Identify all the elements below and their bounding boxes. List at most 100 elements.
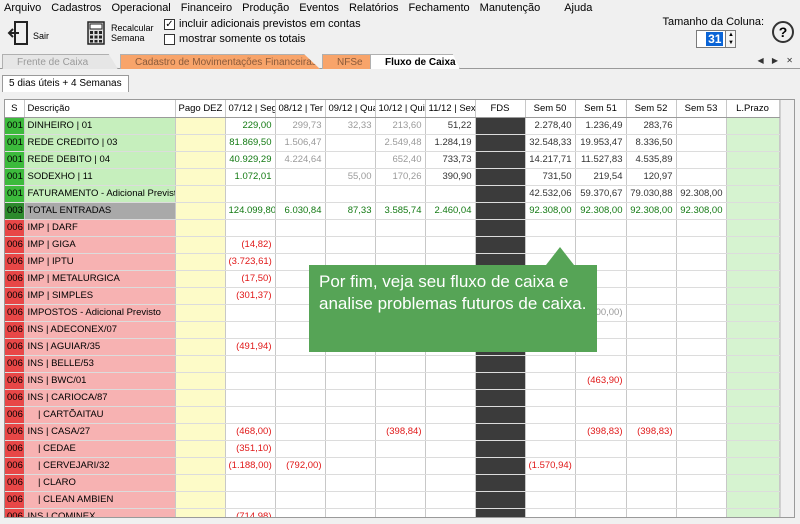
- table-cell[interactable]: 170,26: [375, 168, 426, 186]
- table-cell[interactable]: [275, 168, 326, 186]
- table-cell[interactable]: [726, 406, 780, 424]
- table-cell[interactable]: [626, 440, 677, 458]
- table-cell[interactable]: 79.030,88: [626, 185, 677, 203]
- row-description[interactable]: | CEDAE: [24, 440, 176, 458]
- table-cell[interactable]: [676, 253, 727, 271]
- table-cell[interactable]: [475, 236, 526, 254]
- table-cell[interactable]: [626, 270, 677, 288]
- table-cell[interactable]: 120,97: [626, 168, 677, 186]
- column-header[interactable]: Sem 51: [575, 100, 627, 118]
- table-cell[interactable]: (714,98): [225, 508, 276, 517]
- table-cell[interactable]: [726, 457, 780, 475]
- table-cell[interactable]: 4.224,64: [275, 151, 326, 169]
- table-cell[interactable]: (1.570,94): [525, 457, 576, 475]
- table-cell[interactable]: [726, 134, 780, 152]
- table-cell[interactable]: [726, 474, 780, 492]
- table-cell[interactable]: [676, 236, 727, 254]
- cell-pago-dez[interactable]: [175, 508, 226, 517]
- row-description[interactable]: INS | COMINEX: [24, 508, 176, 517]
- table-cell[interactable]: [676, 491, 727, 509]
- table-cell[interactable]: 42.532,06: [525, 185, 576, 203]
- table-cell[interactable]: [726, 321, 780, 339]
- table-cell[interactable]: (3.723,61): [225, 253, 276, 271]
- table-cell[interactable]: [475, 440, 526, 458]
- cell-pago-dez[interactable]: [175, 287, 226, 305]
- table-cell[interactable]: (398,83): [626, 423, 677, 441]
- row-description[interactable]: IMP | METALURGICA: [24, 270, 176, 288]
- table-cell[interactable]: [525, 474, 576, 492]
- row-description[interactable]: IMP | IPTU: [24, 253, 176, 271]
- table-cell[interactable]: [726, 185, 780, 203]
- tab-scroll-arrows-icon[interactable]: ◀ ▶ ✕: [758, 56, 796, 65]
- table-cell[interactable]: [676, 304, 727, 322]
- tab-cadastro-movimentacoes[interactable]: Cadastro de Movimentações Financeiras: [120, 54, 320, 69]
- table-cell[interactable]: [425, 508, 476, 517]
- table-cell[interactable]: [726, 117, 780, 135]
- table-cell[interactable]: [275, 474, 326, 492]
- table-cell[interactable]: [525, 440, 576, 458]
- table-cell[interactable]: [626, 508, 677, 517]
- column-header[interactable]: S: [5, 100, 25, 118]
- table-cell[interactable]: 2.460,04: [425, 202, 476, 220]
- row-description[interactable]: INS | ADECONEX/07: [24, 321, 176, 339]
- table-cell[interactable]: [425, 372, 476, 390]
- tab-frente-de-caixa[interactable]: Frente de Caixa: [2, 54, 118, 69]
- table-row[interactable]: 006 | CARTÕAITAU: [5, 406, 780, 424]
- table-cell[interactable]: [275, 440, 326, 458]
- cell-pago-dez[interactable]: [175, 151, 226, 169]
- table-cell[interactable]: [375, 440, 426, 458]
- table-cell[interactable]: 4.535,89: [626, 151, 677, 169]
- table-cell[interactable]: [475, 372, 526, 390]
- table-cell[interactable]: [475, 185, 526, 203]
- cell-pago-dez[interactable]: [175, 457, 226, 475]
- table-cell[interactable]: [575, 389, 627, 407]
- table-cell[interactable]: [726, 219, 780, 237]
- table-cell[interactable]: [325, 474, 376, 492]
- menu-item-cadastros[interactable]: Cadastros: [51, 2, 101, 14]
- tab-nfse[interactable]: NFSe: [322, 54, 374, 69]
- table-cell[interactable]: [676, 457, 727, 475]
- cell-pago-dez[interactable]: [175, 372, 226, 390]
- cell-pago-dez[interactable]: [175, 406, 226, 424]
- column-header[interactable]: Descrição: [24, 100, 176, 118]
- table-cell[interactable]: [275, 355, 326, 373]
- table-cell[interactable]: [626, 321, 677, 339]
- cell-pago-dez[interactable]: [175, 168, 226, 186]
- table-row[interactable]: 006 INS | CASA/27 (468,00) (398,84) (398,83)…: [5, 423, 780, 441]
- table-cell[interactable]: [525, 406, 576, 424]
- cell-pago-dez[interactable]: [175, 440, 226, 458]
- table-row[interactable]: 001 FATURAMENTO - Adicional Previsto 42.53…: [5, 185, 780, 203]
- table-cell[interactable]: [475, 423, 526, 441]
- mostrar-totais-checkbox[interactable]: mostrar somente os totais: [164, 33, 306, 45]
- cell-pago-dez[interactable]: [175, 185, 226, 203]
- table-cell[interactable]: 14.217,71: [525, 151, 576, 169]
- table-cell[interactable]: [275, 219, 326, 237]
- table-cell[interactable]: [475, 406, 526, 424]
- table-cell[interactable]: [325, 508, 376, 517]
- menu-item-financeiro[interactable]: Financeiro: [181, 2, 232, 14]
- table-cell[interactable]: [225, 372, 276, 390]
- table-cell[interactable]: [525, 355, 576, 373]
- table-cell[interactable]: 92.308,00: [525, 202, 576, 220]
- table-row[interactable]: 001 SODEXHO | 11 1.072,01 55,00 170,26 390,90…: [5, 168, 780, 186]
- cell-pago-dez[interactable]: [175, 491, 226, 509]
- table-cell[interactable]: [626, 457, 677, 475]
- table-cell[interactable]: [525, 508, 576, 517]
- menu-item-arquivo[interactable]: Arquivo: [4, 2, 41, 14]
- table-cell[interactable]: [425, 406, 476, 424]
- table-row[interactable]: 003 TOTAL ENTRADAS 124.099,80 6.030,84 87,33…: [5, 202, 780, 220]
- row-description[interactable]: TOTAL ENTRADAS: [24, 202, 176, 220]
- table-cell[interactable]: [676, 270, 727, 288]
- cell-pago-dez[interactable]: [175, 253, 226, 271]
- table-cell[interactable]: [225, 474, 276, 492]
- table-cell[interactable]: [325, 406, 376, 424]
- column-size-input[interactable]: 31: [696, 30, 727, 48]
- table-cell[interactable]: (398,84): [375, 423, 426, 441]
- table-cell[interactable]: [676, 440, 727, 458]
- table-cell[interactable]: 390,90: [425, 168, 476, 186]
- table-cell[interactable]: 1.506,47: [275, 134, 326, 152]
- row-description[interactable]: DINHEIRO | 01: [24, 117, 176, 135]
- cell-pago-dez[interactable]: [175, 134, 226, 152]
- table-cell[interactable]: [676, 406, 727, 424]
- table-cell[interactable]: [676, 168, 727, 186]
